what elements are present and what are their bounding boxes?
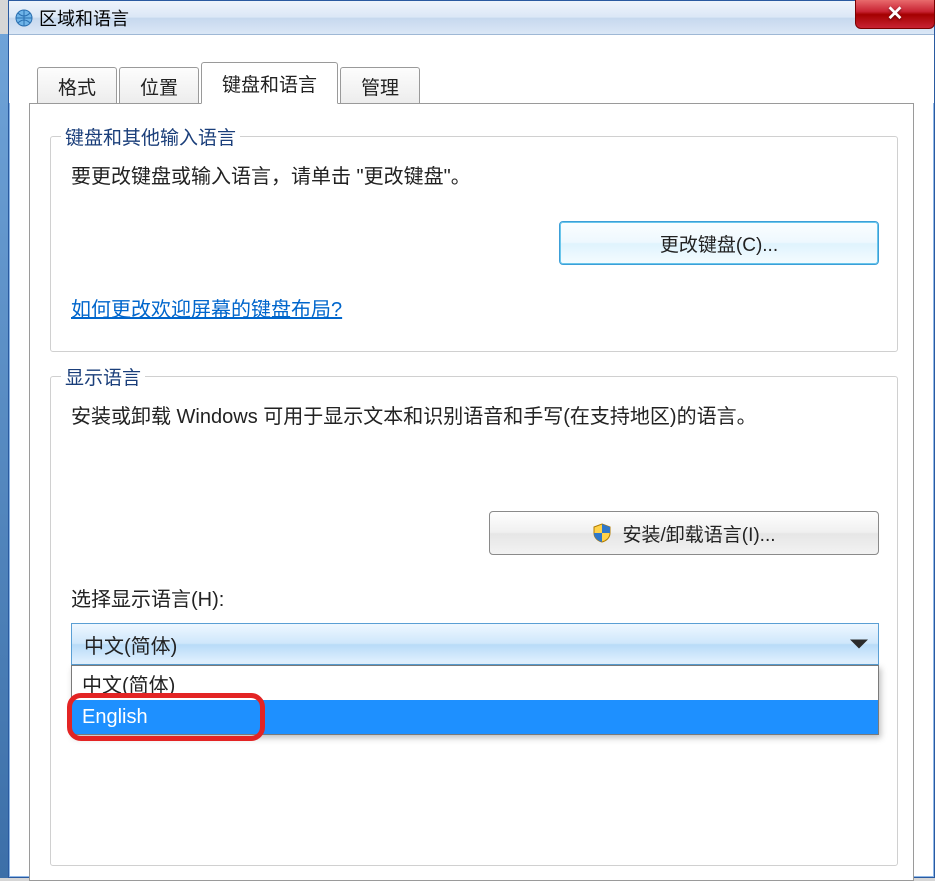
display-language-dropdown: 中文(简体) English bbox=[71, 665, 879, 735]
tab-keyboard-language[interactable]: 键盘和语言 bbox=[201, 62, 338, 104]
group-keyboard-input: 键盘和其他输入语言 要更改键盘或输入语言，请单击 "更改键盘"。 更改键盘(C)… bbox=[50, 136, 898, 352]
install-uninstall-label: 安装/卸载语言(I)... bbox=[622, 520, 775, 547]
group-keyboard-desc: 要更改键盘或输入语言，请单击 "更改键盘"。 bbox=[71, 161, 877, 193]
tab-location[interactable]: 位置 bbox=[119, 67, 199, 104]
group-display-desc: 安装或卸载 Windows 可用于显示文本和识别语音和手写(在支持地区)的语言。 bbox=[71, 401, 877, 433]
titlebar[interactable]: 区域和语言 ✕ bbox=[9, 1, 934, 35]
welcome-screen-layout-link[interactable]: 如何更改欢迎屏幕的键盘布局? bbox=[71, 293, 342, 322]
window-title: 区域和语言 bbox=[39, 5, 129, 31]
select-display-language-label: 选择显示语言(H): bbox=[71, 583, 224, 612]
background-sliver bbox=[0, 34, 8, 878]
tab-row: 格式 位置 键盘和语言 管理 bbox=[9, 35, 934, 103]
change-keyboard-label: 更改键盘(C)... bbox=[660, 230, 778, 257]
chevron-down-icon bbox=[850, 640, 868, 649]
group-display-legend: 显示语言 bbox=[61, 363, 145, 390]
option-chinese-simplified[interactable]: 中文(简体) bbox=[72, 666, 878, 700]
display-language-combobox[interactable]: 中文(简体) bbox=[71, 623, 879, 665]
tab-admin[interactable]: 管理 bbox=[340, 67, 420, 104]
combobox-selected-value: 中文(简体) bbox=[84, 630, 177, 659]
globe-icon bbox=[15, 9, 33, 27]
group-display-language: 显示语言 安装或卸载 Windows 可用于显示文本和识别语音和手写(在支持地区… bbox=[50, 376, 898, 866]
tab-format[interactable]: 格式 bbox=[37, 67, 117, 104]
close-button[interactable]: ✕ bbox=[855, 0, 935, 29]
change-keyboard-button[interactable]: 更改键盘(C)... bbox=[559, 221, 879, 265]
tab-content: 键盘和其他输入语言 要更改键盘或输入语言，请单击 "更改键盘"。 更改键盘(C)… bbox=[29, 103, 914, 881]
group-keyboard-legend: 键盘和其他输入语言 bbox=[61, 123, 240, 150]
dialog-window: 区域和语言 ✕ 格式 位置 键盘和语言 管理 键盘和其他输入语言 要更改键盘或输… bbox=[8, 0, 935, 878]
uac-shield-icon bbox=[592, 523, 612, 543]
close-icon: ✕ bbox=[887, 1, 904, 26]
install-uninstall-language-button[interactable]: 安装/卸载语言(I)... bbox=[489, 511, 879, 555]
option-english[interactable]: English bbox=[72, 700, 878, 734]
